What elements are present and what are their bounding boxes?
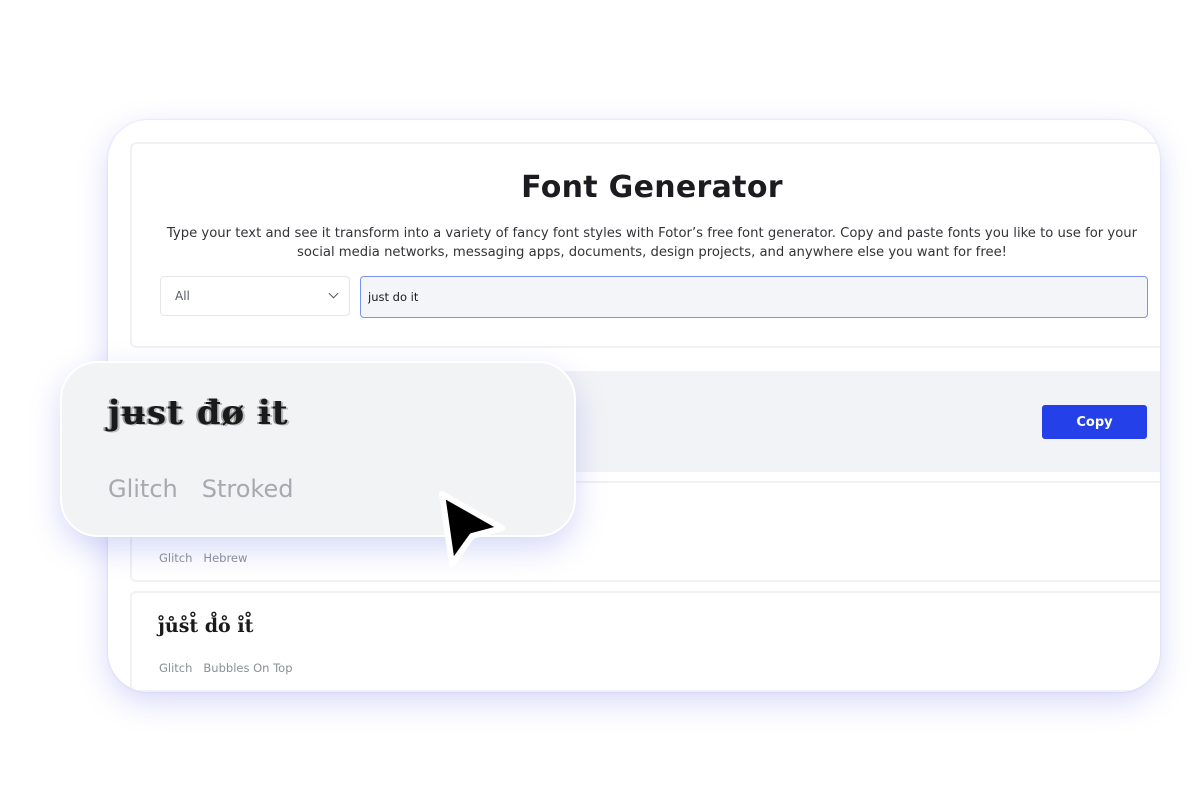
page-title: Font Generator [521,170,783,205]
result-tags: Glitch Hebrew [159,551,258,565]
stage: Font Generator Type your text and see it… [0,0,1200,800]
zoom-sample-text: jʉst đø ɨt [108,393,289,433]
tag-label: Glitch [159,661,193,675]
tag-label: Glitch [159,551,193,565]
zoom-tags: Glitch Stroked [108,475,317,503]
zoom-tag-label: Stroked [201,475,294,503]
tag-label: Bubbles On Top [203,661,293,675]
chevron-down-icon [328,288,339,299]
page-description: Type your text and see it transform into… [166,226,1138,260]
text-input[interactable] [360,276,1148,318]
result-tags: Glitch Bubbles On Top [159,661,304,675]
style-filter-select[interactable]: All [160,276,350,316]
copy-button[interactable]: Copy [1042,405,1147,439]
style-filter-value: All [175,289,190,303]
result-sample-text: j̊ůs̊t̊ d̊o̊ i̊t̊ [158,615,254,637]
mouse-pointer-icon [439,491,505,567]
tag-label: Hebrew [203,551,248,565]
zoom-tag-label: Glitch [108,475,178,503]
header-card: Font Generator Type your text and see it… [130,142,1160,348]
result-row[interactable]: j̊ůs̊t̊ d̊o̊ i̊t̊ Glitch Bubbles On Top [130,591,1160,692]
